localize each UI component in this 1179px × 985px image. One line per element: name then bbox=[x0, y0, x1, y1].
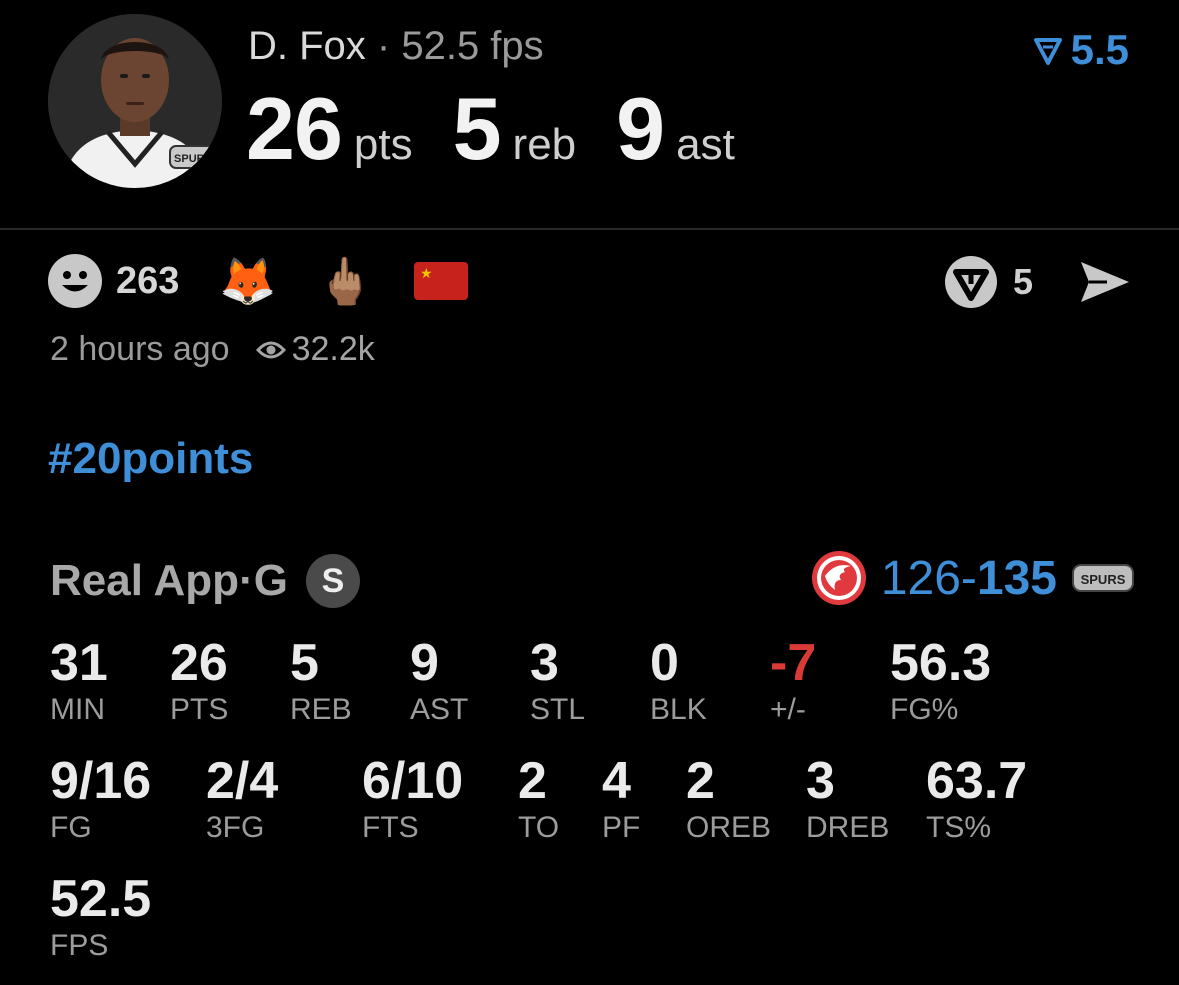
spurs-logo-text: SPURS bbox=[174, 153, 212, 165]
comment-count: 5 bbox=[1012, 261, 1033, 302]
headline-stats: 26 pts 5 reb 9 ast bbox=[246, 78, 775, 180]
starter-badge: S bbox=[305, 554, 360, 608]
headline-points-value: 26 bbox=[246, 79, 343, 178]
player-avatar[interactable]: SPURS bbox=[48, 14, 222, 188]
stat-dreb: 3 DREB bbox=[806, 752, 889, 846]
stat-fts: 6/10 FTS bbox=[362, 752, 463, 846]
stat-label: FG bbox=[50, 811, 92, 844]
stat-value: 3 bbox=[530, 634, 559, 692]
stat-value: 9/16 bbox=[50, 752, 152, 810]
stat-reb: 5 REB bbox=[290, 634, 352, 728]
real-vote-icon bbox=[1033, 38, 1062, 65]
stat-value: 0 bbox=[650, 634, 679, 692]
stat-ts-pct: 63.7 TS% bbox=[926, 752, 1027, 846]
stat-value: 4 bbox=[602, 752, 631, 810]
stat-plus-minus: -7 +/- bbox=[770, 634, 816, 728]
score-team: 135 bbox=[976, 551, 1057, 605]
header-divider bbox=[0, 228, 1179, 230]
player-fps: 52.5 fps bbox=[401, 24, 544, 68]
score-dash: - bbox=[960, 551, 977, 605]
player-title: D. Fox · 52.5 fps bbox=[248, 24, 544, 69]
fox-emoji-reaction[interactable]: 🦊 bbox=[219, 258, 276, 304]
stat-value: 2 bbox=[518, 752, 547, 810]
stat-min: 31 MIN bbox=[50, 634, 108, 728]
stat-fg: 9/16 FG bbox=[50, 752, 151, 846]
vote-value: 5.5 bbox=[1070, 26, 1129, 73]
game-source: Real App · G S bbox=[50, 554, 360, 608]
middle-finger-emoji-reaction[interactable]: 🖕🏽 bbox=[317, 258, 374, 304]
hawks-logo-icon bbox=[811, 551, 866, 605]
stat-label: MIN bbox=[50, 693, 105, 726]
game-score[interactable]: 126-135 SPURS bbox=[811, 550, 1135, 606]
stat-label: FTS bbox=[362, 811, 419, 844]
post-time: 2 hours ago bbox=[50, 330, 230, 368]
headline-assists-value: 9 bbox=[616, 79, 665, 178]
stat-label: PTS bbox=[170, 693, 229, 726]
stat-value: 31 bbox=[50, 634, 108, 692]
headline-points-unit: pts bbox=[353, 120, 413, 169]
stat-fg-pct: 56.3 FG% bbox=[890, 634, 991, 728]
stat-label: STL bbox=[530, 693, 586, 726]
eye-icon bbox=[255, 341, 286, 358]
stat-value: 9 bbox=[410, 634, 439, 692]
hashtag-link[interactable]: #20points bbox=[48, 434, 253, 484]
stat-value: 6/10 bbox=[362, 752, 464, 810]
stat-label: PF bbox=[602, 811, 641, 844]
headline-rebounds-value: 5 bbox=[452, 79, 502, 178]
stat-3fg: 2/4 3FG bbox=[206, 752, 278, 846]
stat-label: DREB bbox=[806, 811, 890, 844]
title-separator: · bbox=[365, 24, 402, 68]
stat-label: +/- bbox=[770, 693, 806, 726]
stat-blk: 0 BLK bbox=[650, 634, 707, 728]
stat-label: FPS bbox=[50, 929, 109, 962]
china-flag-icon[interactable]: ★ bbox=[413, 262, 468, 300]
stat-label: REB bbox=[290, 693, 352, 726]
player-position: G bbox=[253, 556, 288, 605]
view-count-value: 32.2k bbox=[291, 330, 375, 368]
stat-label: 3FG bbox=[206, 811, 265, 844]
view-count: 32.2k bbox=[255, 330, 375, 369]
stat-label: AST bbox=[410, 693, 469, 726]
spurs-logo-icon: SPURS bbox=[1072, 564, 1134, 592]
stat-value: 2/4 bbox=[206, 752, 279, 810]
post-meta: 2 hours ago 32.2k bbox=[50, 330, 375, 369]
headline-assists-unit: ast bbox=[676, 120, 735, 169]
stat-value: 3 bbox=[806, 752, 835, 810]
stat-ast: 9 AST bbox=[410, 634, 468, 728]
stat-value: 63.7 bbox=[926, 752, 1028, 810]
stat-value: 2 bbox=[686, 752, 715, 810]
stat-fps: 52.5 FPS bbox=[50, 870, 151, 964]
post-actions: 5 bbox=[943, 254, 1133, 310]
stat-label: OREB bbox=[686, 811, 772, 844]
stat-to: 2 TO bbox=[518, 752, 559, 846]
score-opponent: 126 bbox=[880, 551, 961, 605]
stat-value: 26 bbox=[170, 634, 228, 692]
stat-pf: 4 PF bbox=[602, 752, 640, 846]
comment-icon[interactable] bbox=[943, 254, 999, 310]
stat-label: FG% bbox=[890, 693, 959, 726]
player-name[interactable]: D. Fox bbox=[248, 24, 366, 68]
stat-oreb: 2 OREB bbox=[686, 752, 771, 846]
source-separator: · bbox=[239, 556, 254, 605]
spurs-logo-label: SPURS bbox=[1081, 572, 1126, 587]
smile-reaction-icon[interactable] bbox=[48, 254, 102, 308]
stat-label: TS% bbox=[926, 811, 992, 844]
headline-rebounds-unit: reb bbox=[512, 120, 577, 169]
share-icon[interactable] bbox=[1077, 258, 1133, 306]
final-score: 126-135 bbox=[881, 551, 1057, 606]
stat-value: 56.3 bbox=[890, 634, 992, 692]
source-app: Real App bbox=[50, 556, 240, 605]
stat-pts: 26 PTS bbox=[170, 634, 228, 728]
stat-label: TO bbox=[518, 811, 560, 844]
stat-stl: 3 STL bbox=[530, 634, 585, 728]
stat-value: 5 bbox=[290, 634, 319, 692]
stat-value: 52.5 bbox=[50, 870, 152, 928]
reaction-count: 263 bbox=[116, 259, 180, 302]
stat-value: -7 bbox=[770, 634, 817, 692]
player-headshot-icon: SPURS bbox=[48, 14, 222, 188]
prediction-vote[interactable]: 5.5 bbox=[1033, 26, 1129, 74]
reaction-bar: 263 🦊 🖕🏽 ★ bbox=[48, 254, 468, 308]
stat-label: BLK bbox=[650, 693, 707, 726]
